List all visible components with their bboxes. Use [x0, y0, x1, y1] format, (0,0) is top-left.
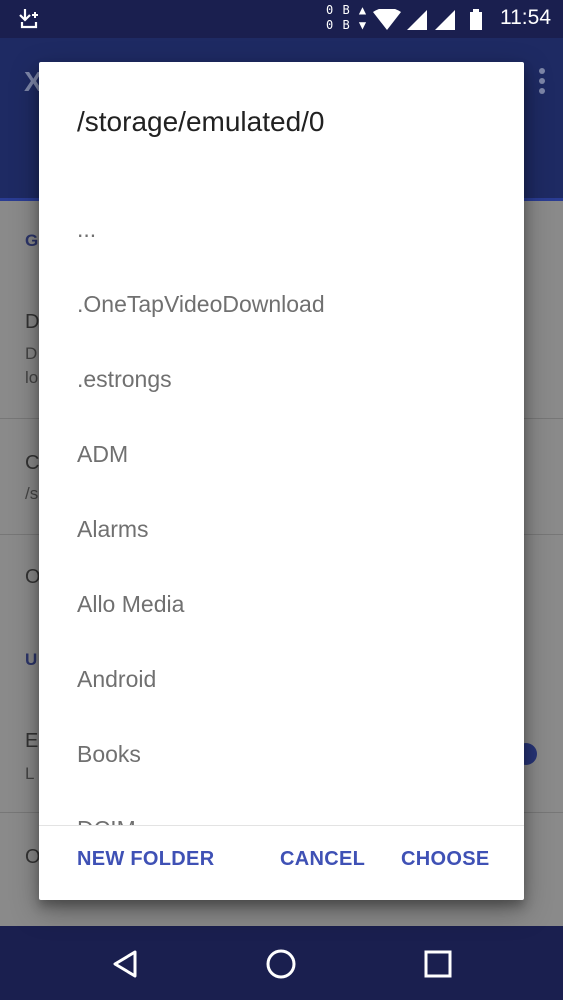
battery-icon: [470, 9, 482, 30]
back-icon[interactable]: [105, 944, 145, 984]
recents-icon[interactable]: [418, 944, 458, 984]
folder-item[interactable]: DCIM: [39, 792, 524, 825]
new-folder-button[interactable]: NEW FOLDER: [77, 848, 214, 871]
download-speed: 0 B: [326, 18, 351, 32]
status-icons: [373, 7, 493, 36]
folder-item[interactable]: .estrongs: [39, 342, 524, 417]
signal-icon-2: [435, 10, 455, 30]
settings-row-1-sub-a: D: [25, 344, 38, 363]
settings-row-1-title[interactable]: D: [25, 311, 39, 334]
folder-item-parent[interactable]: ...: [39, 230, 524, 267]
folder-item[interactable]: ADM: [39, 417, 524, 492]
folder-item[interactable]: Alarms: [39, 492, 524, 567]
signal-icon-1: [407, 10, 427, 30]
choose-button[interactable]: CHOOSE: [401, 848, 489, 871]
cancel-button[interactable]: CANCEL: [280, 848, 365, 871]
folder-item[interactable]: .OneTapVideoDownload: [39, 267, 524, 342]
settings-row-1-sub-b: lo: [25, 368, 39, 387]
settings-header-general: G: [25, 231, 39, 250]
download-arrow-icon: ▼: [358, 18, 368, 32]
navigation-bar: [0, 926, 563, 1000]
settings-row-4-sub: L: [25, 764, 35, 783]
folder-item[interactable]: Books: [39, 717, 524, 792]
network-speed: 0 B ▲ 0 B ▼: [326, 3, 367, 33]
dialog-title: /storage/emulated/0: [77, 106, 325, 137]
folder-item[interactable]: Android: [39, 642, 524, 717]
settings-row-2-title[interactable]: C: [25, 452, 39, 475]
settings-row-4-title[interactable]: E: [25, 730, 38, 753]
settings-row-2-sub: /s: [25, 484, 39, 503]
wifi-icon: [373, 7, 401, 30]
home-icon[interactable]: [261, 944, 301, 984]
clock: 11:54: [500, 6, 551, 29]
overflow-menu-icon[interactable]: [539, 68, 545, 99]
settings-header-2: U: [25, 650, 38, 669]
actions-divider: [39, 825, 524, 826]
upload-speed: 0 B: [326, 3, 351, 17]
status-bar: 0 B ▲ 0 B ▼ 11:54: [0, 0, 563, 38]
upload-arrow-icon: ▲: [358, 3, 368, 17]
download-notification-icon: [16, 7, 42, 36]
folder-item[interactable]: Allo Media: [39, 567, 524, 642]
folder-chooser-dialog: /storage/emulated/0 ... .OneTapVideoDown…: [39, 62, 524, 900]
folder-list: ... .OneTapVideoDownload .estrongs ADM A…: [39, 230, 524, 825]
